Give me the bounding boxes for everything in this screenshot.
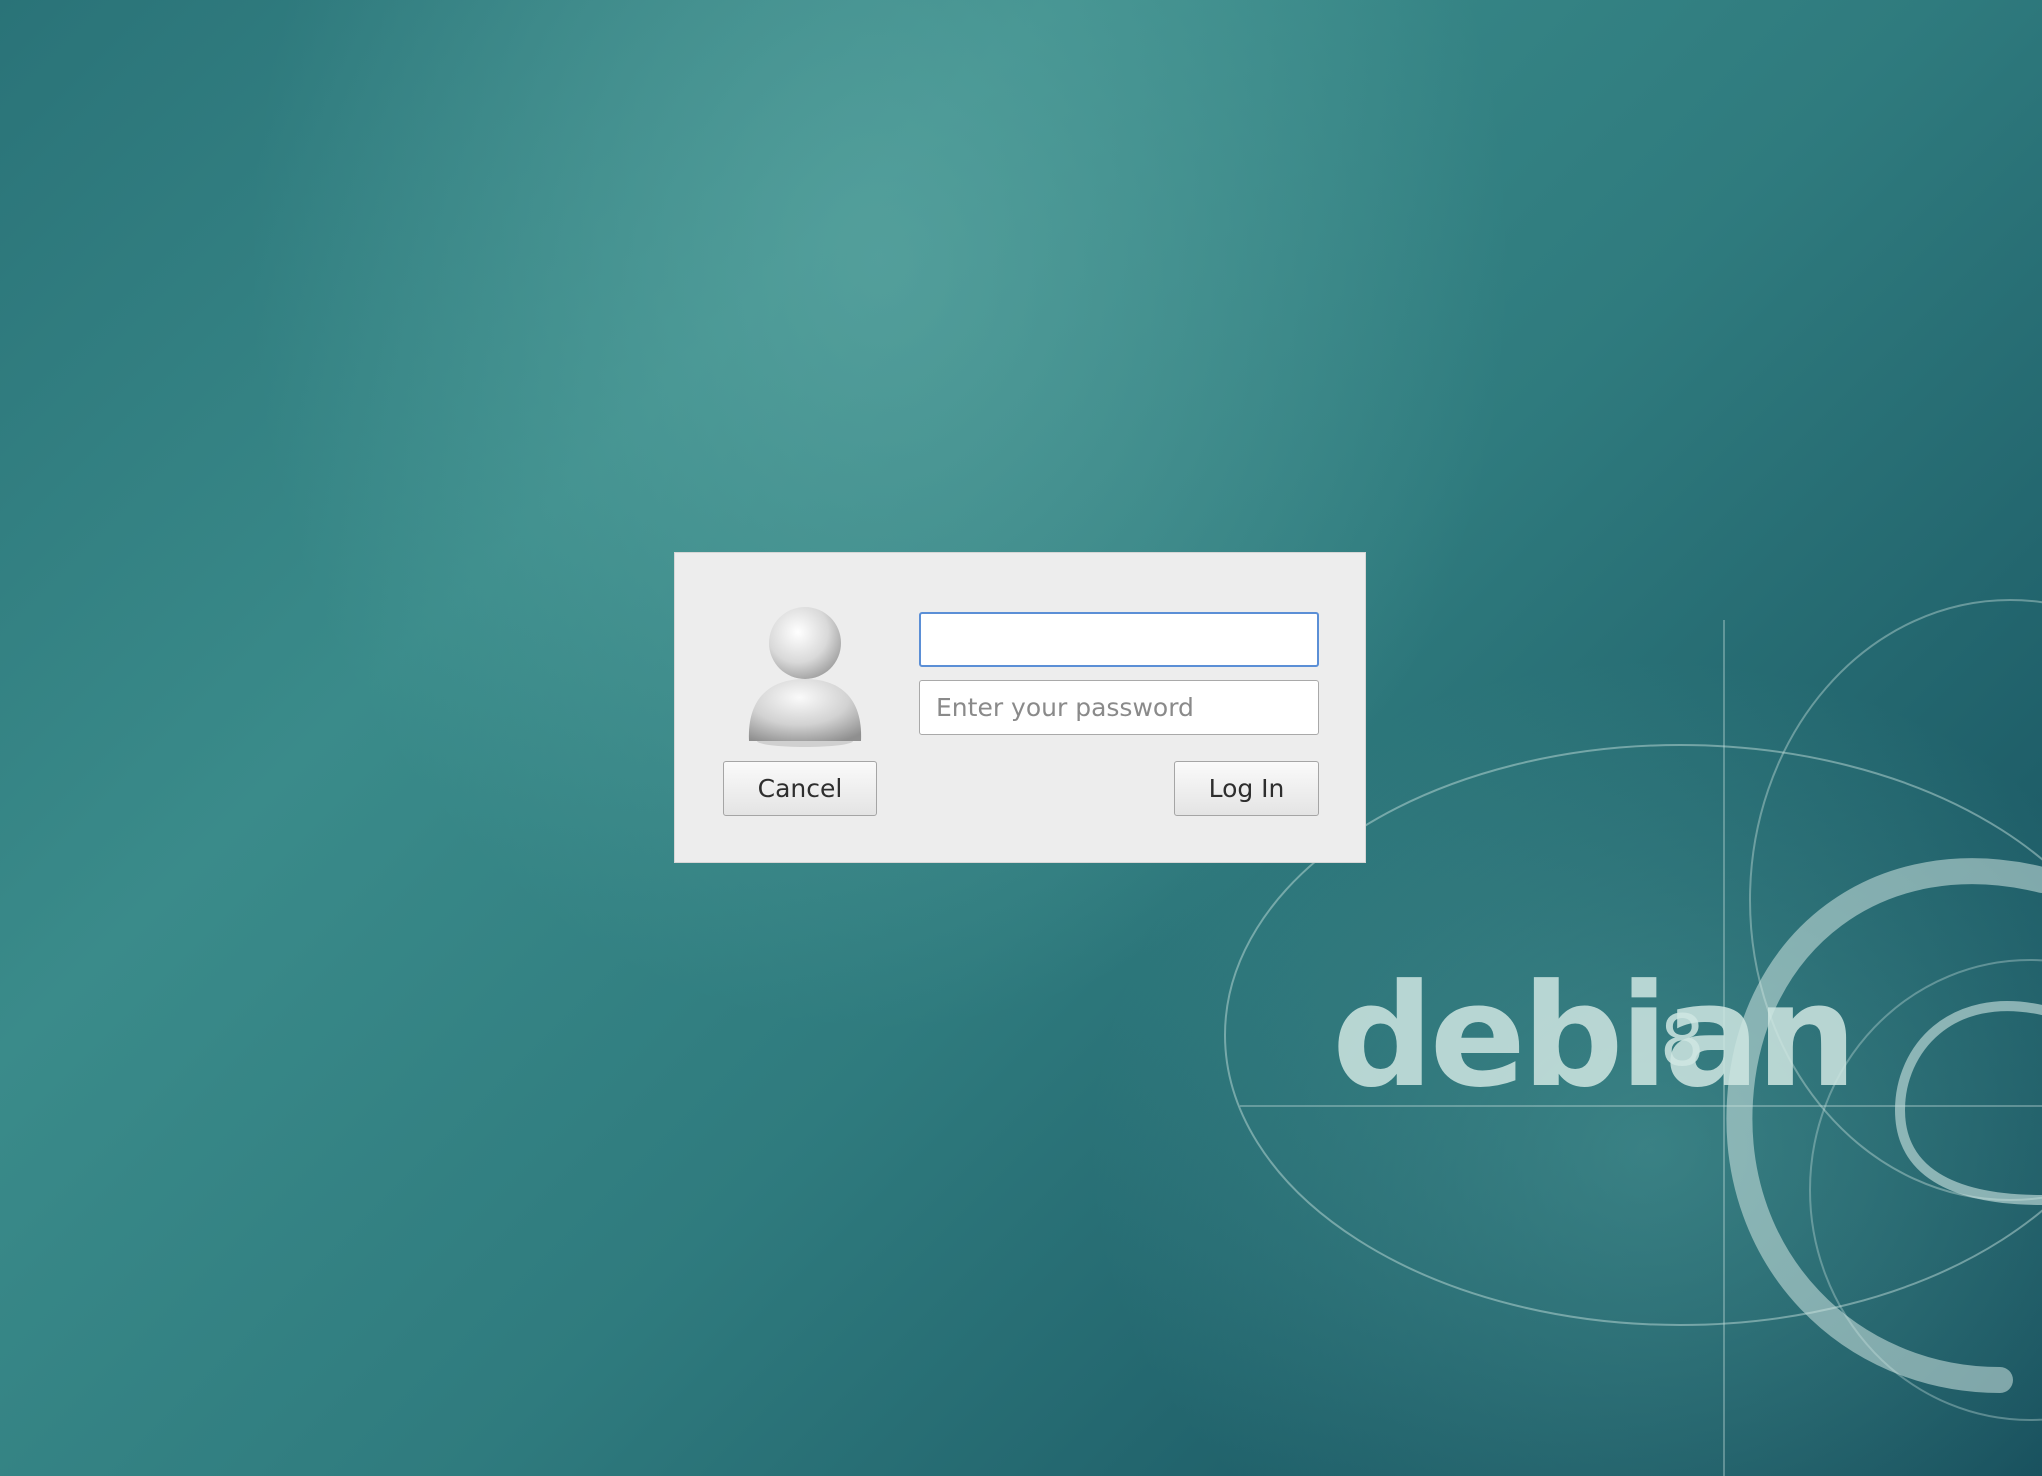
debian-wordmark: debian (1332, 954, 1853, 1119)
cancel-button[interactable]: Cancel (723, 761, 877, 816)
user-avatar-icon (748, 607, 862, 747)
login-dialog: Cancel Log In (674, 552, 1366, 863)
debian-swirl-outer (1726, 858, 2042, 1393)
log-in-button[interactable]: Log In (1174, 761, 1319, 816)
password-input[interactable] (919, 680, 1319, 735)
debian-version-number: 8 (1660, 1000, 1705, 1082)
debian-swirl-inner (1894, 1001, 2042, 1205)
username-input[interactable] (919, 612, 1319, 667)
